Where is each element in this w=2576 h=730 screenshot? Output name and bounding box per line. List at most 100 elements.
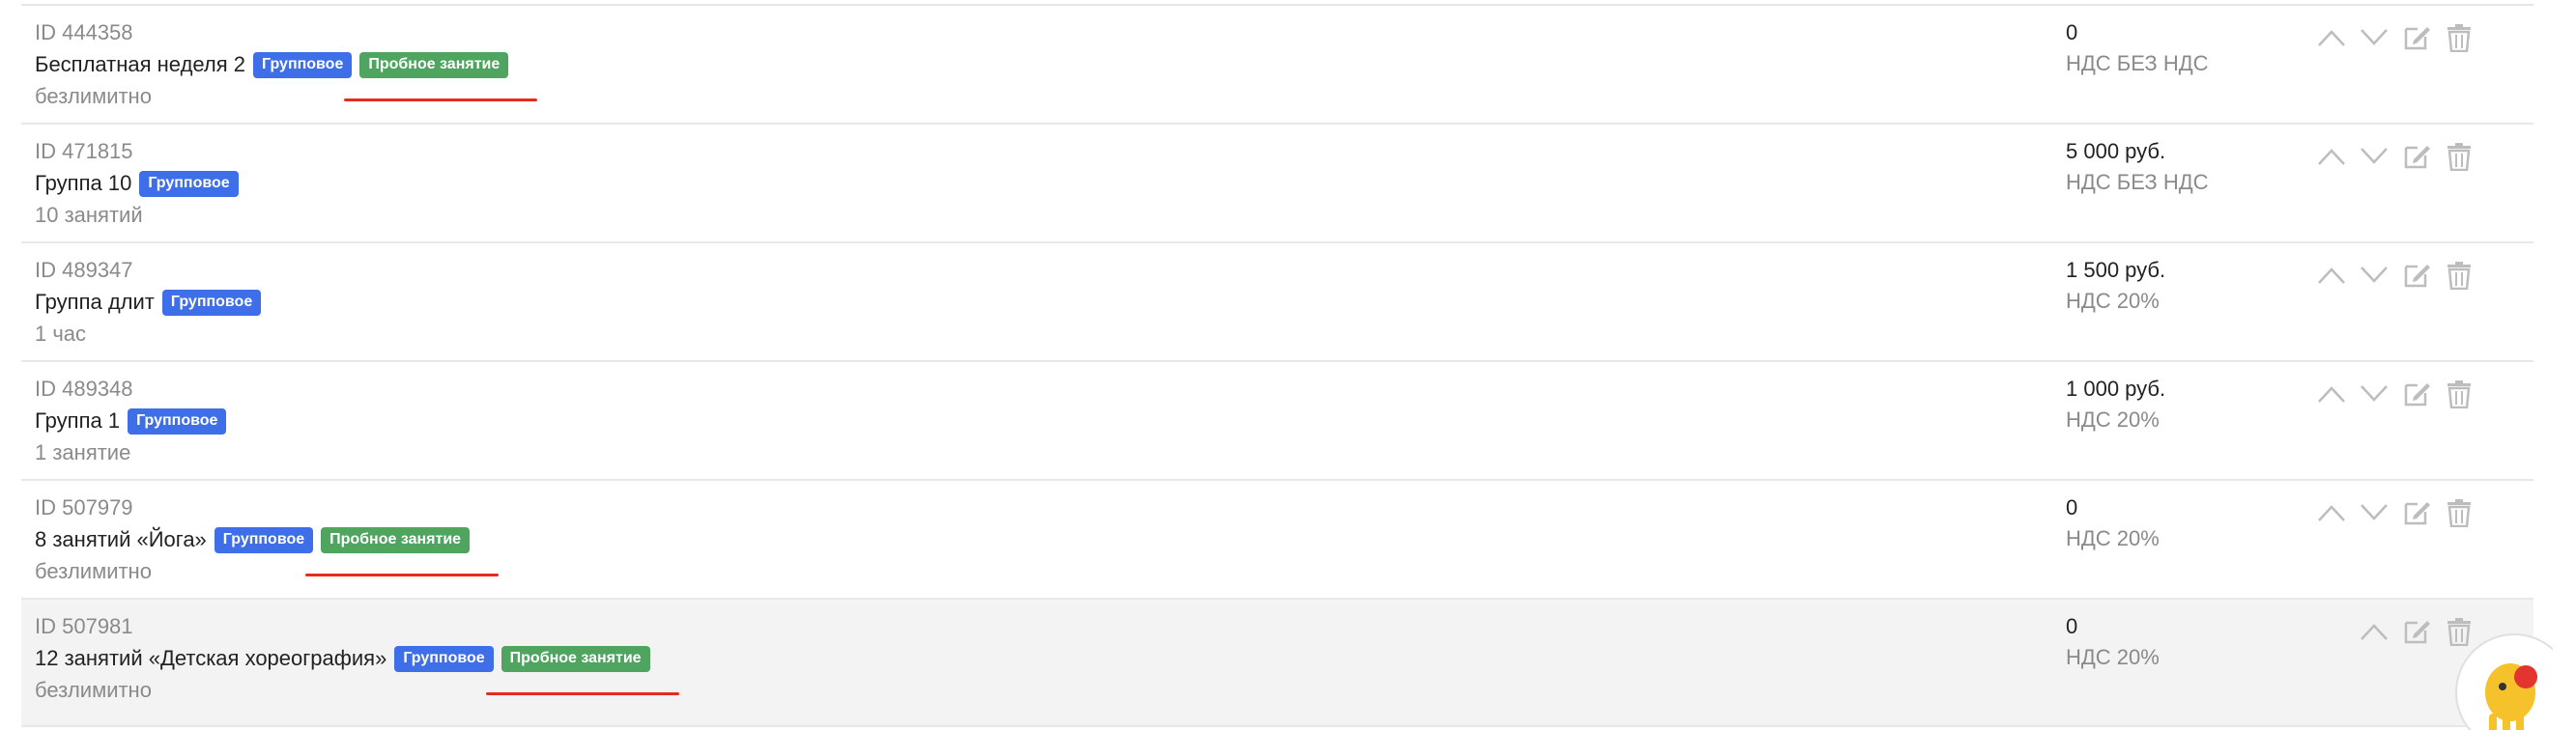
trash-icon bbox=[2447, 380, 2471, 408]
item-id: ID 489348 bbox=[35, 377, 133, 401]
edit-button[interactable] bbox=[2400, 140, 2433, 173]
item-price: 1 000 руб. bbox=[2066, 377, 2166, 401]
item-price-block: 1 500 руб. НДС 20% bbox=[2066, 257, 2165, 315]
move-down-button[interactable] bbox=[2358, 378, 2390, 410]
delete-button[interactable] bbox=[2443, 496, 2476, 529]
edit-icon bbox=[2404, 502, 2430, 525]
item-limit: безлимитно bbox=[35, 678, 152, 702]
edit-button[interactable] bbox=[2400, 615, 2433, 648]
move-up-button[interactable] bbox=[2315, 21, 2348, 54]
move-up-button[interactable] bbox=[2315, 378, 2348, 410]
item-price-block: 1 000 руб. НДС 20% bbox=[2066, 376, 2165, 434]
red-underline bbox=[344, 98, 538, 101]
trial-badge: Пробное занятие bbox=[305, 526, 500, 576]
item-price: 1 500 руб. bbox=[2066, 258, 2166, 282]
group-badge: Групповое bbox=[214, 526, 314, 553]
edit-icon bbox=[2404, 383, 2430, 407]
group-badge: Групповое bbox=[253, 51, 353, 78]
item-price-block: 0 НДС 20% bbox=[2066, 613, 2160, 671]
item-actions bbox=[2315, 378, 2476, 410]
delete-button[interactable] bbox=[2443, 21, 2476, 54]
item-info: ID 489347 Группа длит Групповое 1 час bbox=[35, 257, 262, 348]
list-item: ID 489347 Группа длит Групповое 1 час 1 … bbox=[21, 243, 2533, 362]
list-item: ID 471815 Группа 10 Групповое 10 занятий… bbox=[21, 125, 2533, 243]
chevron-down-icon bbox=[2361, 148, 2388, 164]
item-info: ID 507979 8 занятий «Йога» Групповое Про… bbox=[35, 494, 500, 585]
item-id: ID 489347 bbox=[35, 258, 133, 282]
group-badge: Групповое bbox=[161, 289, 262, 316]
item-id: ID 507981 bbox=[35, 614, 133, 638]
item-name[interactable]: Группа 1 bbox=[35, 407, 120, 435]
chevron-up-icon bbox=[2318, 149, 2345, 165]
trash-icon bbox=[2447, 24, 2471, 52]
list-item: ID 489348 Группа 1 Групповое 1 занятие 1… bbox=[21, 362, 2533, 481]
item-name-line: Бесплатная неделя 2 Групповое Пробное за… bbox=[35, 48, 538, 101]
item-id: ID 507979 bbox=[35, 495, 133, 519]
item-name-line: Группа длит Групповое bbox=[35, 286, 262, 319]
edit-button[interactable] bbox=[2400, 496, 2433, 529]
edit-icon bbox=[2404, 146, 2430, 169]
trial-badge: Пробное занятие bbox=[485, 645, 679, 695]
tariff-list-page: ID 444358 Бесплатная неделя 2 Групповое … bbox=[0, 0, 2576, 730]
item-price: 5 000 руб. bbox=[2066, 139, 2166, 163]
chevron-up-icon bbox=[2318, 267, 2345, 284]
trash-icon bbox=[2447, 143, 2471, 171]
trash-icon bbox=[2447, 499, 2471, 527]
item-vat: НДС 20% bbox=[2066, 526, 2160, 550]
chevron-up-icon bbox=[2361, 624, 2388, 640]
delete-button[interactable] bbox=[2443, 140, 2476, 173]
red-underline bbox=[305, 573, 500, 576]
item-info: ID 471815 Группа 10 Групповое 10 занятий bbox=[35, 138, 239, 229]
item-name-line: 12 занятий «Детская хореография» Группов… bbox=[35, 642, 679, 695]
chevron-up-icon bbox=[2318, 505, 2345, 521]
item-name[interactable]: 12 занятий «Детская хореография» bbox=[35, 645, 386, 672]
item-name[interactable]: Группа длит bbox=[35, 289, 155, 316]
group-badge: Групповое bbox=[139, 170, 239, 197]
move-down-button[interactable] bbox=[2358, 496, 2390, 529]
item-limit: безлимитно bbox=[35, 84, 152, 108]
item-actions bbox=[2315, 140, 2476, 173]
list-item: ID 507979 8 занятий «Йога» Групповое Про… bbox=[21, 481, 2533, 600]
item-info: ID 489348 Группа 1 Групповое 1 занятие bbox=[35, 376, 227, 466]
trial-badge-label: Пробное занятие bbox=[368, 55, 501, 72]
chevron-up-icon bbox=[2318, 386, 2345, 403]
move-up-button[interactable] bbox=[2358, 615, 2390, 648]
tariff-list: ID 444358 Бесплатная неделя 2 Групповое … bbox=[21, 4, 2553, 730]
chevron-down-icon bbox=[2361, 504, 2388, 520]
item-info: ID 507981 12 занятий «Детская хореографи… bbox=[35, 613, 679, 704]
chevron-down-icon bbox=[2361, 267, 2388, 283]
delete-button[interactable] bbox=[2443, 378, 2476, 410]
chat-mascot-icon[interactable] bbox=[2447, 629, 2553, 730]
item-name[interactable]: Группа 10 bbox=[35, 170, 131, 197]
list-item: ID 444358 Бесплатная неделя 2 Групповое … bbox=[21, 6, 2533, 125]
group-badge: Групповое bbox=[394, 645, 494, 672]
move-down-button[interactable] bbox=[2358, 259, 2390, 292]
item-limit: 1 занятие bbox=[35, 440, 131, 464]
edit-icon bbox=[2404, 265, 2430, 288]
item-limit: 1 час bbox=[35, 322, 87, 346]
move-up-button[interactable] bbox=[2315, 259, 2348, 292]
move-down-button[interactable] bbox=[2358, 21, 2390, 54]
edit-button[interactable] bbox=[2400, 378, 2433, 410]
delete-button[interactable] bbox=[2443, 259, 2476, 292]
move-up-button[interactable] bbox=[2315, 496, 2348, 529]
item-name-line: Группа 10 Групповое bbox=[35, 167, 239, 200]
item-actions bbox=[2315, 21, 2476, 54]
item-name[interactable]: Бесплатная неделя 2 bbox=[35, 51, 245, 78]
edit-button[interactable] bbox=[2400, 21, 2433, 54]
item-price: 0 bbox=[2066, 495, 2078, 519]
item-id: ID 471815 bbox=[35, 139, 133, 163]
chevron-down-icon bbox=[2361, 29, 2388, 45]
edit-button[interactable] bbox=[2400, 259, 2433, 292]
item-vat: НДС 20% bbox=[2066, 645, 2160, 669]
item-vat: НДС 20% bbox=[2066, 289, 2160, 313]
item-id: ID 444358 bbox=[35, 20, 133, 44]
chevron-up-icon bbox=[2318, 30, 2345, 46]
item-limit: 10 занятий bbox=[35, 203, 143, 227]
item-price-block: 5 000 руб. НДС БЕЗ НДС bbox=[2066, 138, 2209, 196]
trial-badge-label: Пробное занятие bbox=[509, 649, 642, 666]
item-actions bbox=[2315, 259, 2476, 292]
item-name[interactable]: 8 занятий «Йога» bbox=[35, 526, 207, 553]
move-up-button[interactable] bbox=[2315, 140, 2348, 173]
move-down-button[interactable] bbox=[2358, 140, 2390, 173]
